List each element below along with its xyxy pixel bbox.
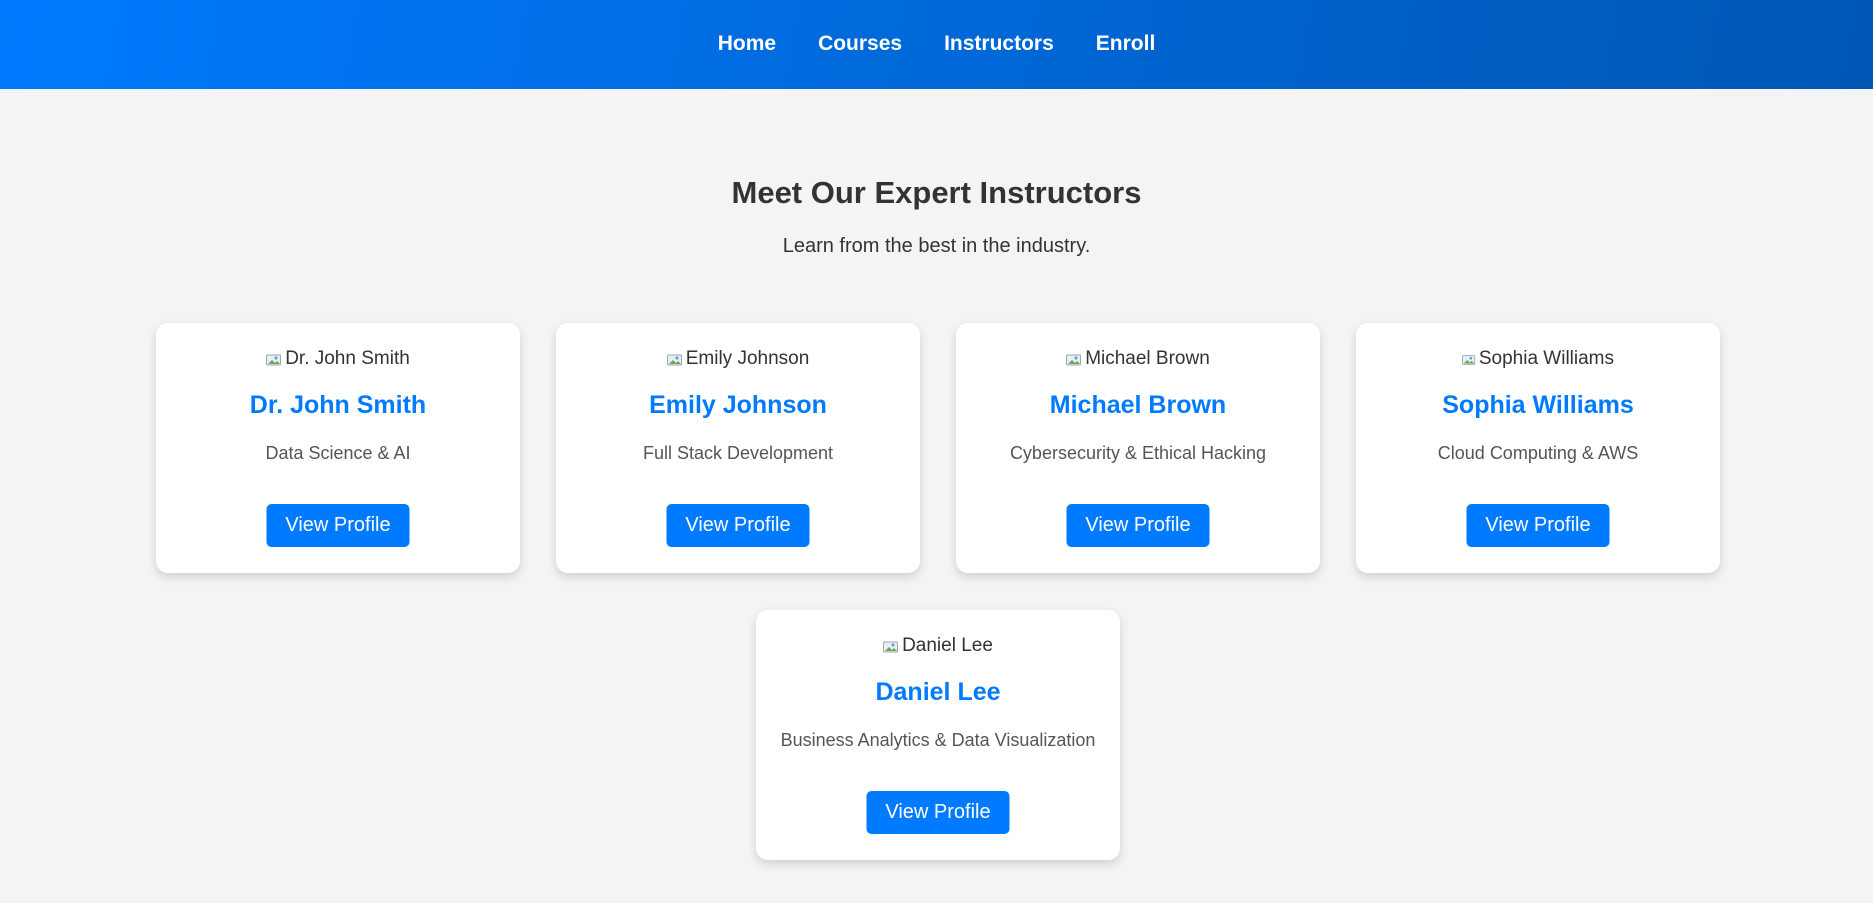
instructor-specialty: Cloud Computing & AWS [1437, 443, 1639, 463]
instructor-specialty: Full Stack Development [642, 443, 834, 463]
instructor-photo: Dr. John Smith [156, 347, 520, 371]
instructor-card: Daniel Lee Daniel Lee Business Analytics… [756, 610, 1120, 860]
nav-link-instructors[interactable]: Instructors [944, 26, 1054, 62]
view-profile-button[interactable]: View Profile [666, 504, 810, 547]
view-profile-button[interactable]: View Profile [1466, 504, 1610, 547]
instructor-name: Michael Brown [1049, 391, 1227, 419]
instructor-specialty: Cybersecurity & Ethical Hacking [1009, 443, 1267, 463]
instructor-name: Sophia Williams [1442, 391, 1634, 419]
broken-image-icon [1462, 355, 1476, 365]
instructor-specialty: Data Science & AI [265, 443, 411, 463]
page-title: Meet Our Expert Instructors [731, 175, 1142, 210]
top-navbar: Home Courses Instructors Enroll [0, 0, 1873, 89]
instructor-card: Michael Brown Michael Brown Cybersecurit… [956, 323, 1320, 573]
instructor-photo: Emily Johnson [556, 347, 920, 371]
instructor-name: Dr. John Smith [249, 391, 427, 419]
broken-image-icon [883, 641, 899, 653]
broken-image-icon [666, 354, 682, 366]
instructor-photo-alt: Michael Brown [1085, 348, 1210, 369]
view-profile-button[interactable]: View Profile [866, 791, 1010, 834]
instructor-card: Dr. John Smith Dr. John Smith Data Scien… [156, 323, 520, 573]
instructor-photo-alt: Dr. John Smith [285, 348, 410, 369]
nav-link-courses[interactable]: Courses [818, 26, 902, 62]
instructor-photo-alt: Sophia Williams [1478, 348, 1614, 369]
instructor-photo: Daniel Lee [756, 634, 1120, 658]
broken-image-icon [1066, 354, 1082, 366]
instructor-card: Emily Johnson Emily Johnson Full Stack D… [556, 323, 920, 573]
instructor-name: Daniel Lee [875, 678, 1001, 706]
page-subtitle: Learn from the best in the industry. [782, 235, 1091, 257]
view-profile-button[interactable]: View Profile [1066, 504, 1210, 547]
broken-image-icon [266, 354, 282, 366]
instructor-photo-alt: Daniel Lee [902, 635, 993, 656]
nav-link-home[interactable]: Home [718, 26, 776, 62]
instructor-photo: Sophia Williams [1356, 347, 1720, 371]
instructor-specialty: Business Analytics & Data Visualization [780, 730, 1096, 750]
view-profile-button[interactable]: View Profile [266, 504, 410, 547]
instructor-photo: Michael Brown [956, 347, 1320, 371]
instructor-card: Sophia Williams Sophia Williams Cloud Co… [1356, 323, 1720, 573]
instructor-name: Emily Johnson [649, 391, 827, 419]
instructor-photo-alt: Emily Johnson [685, 348, 810, 369]
nav-link-enroll[interactable]: Enroll [1096, 26, 1156, 62]
